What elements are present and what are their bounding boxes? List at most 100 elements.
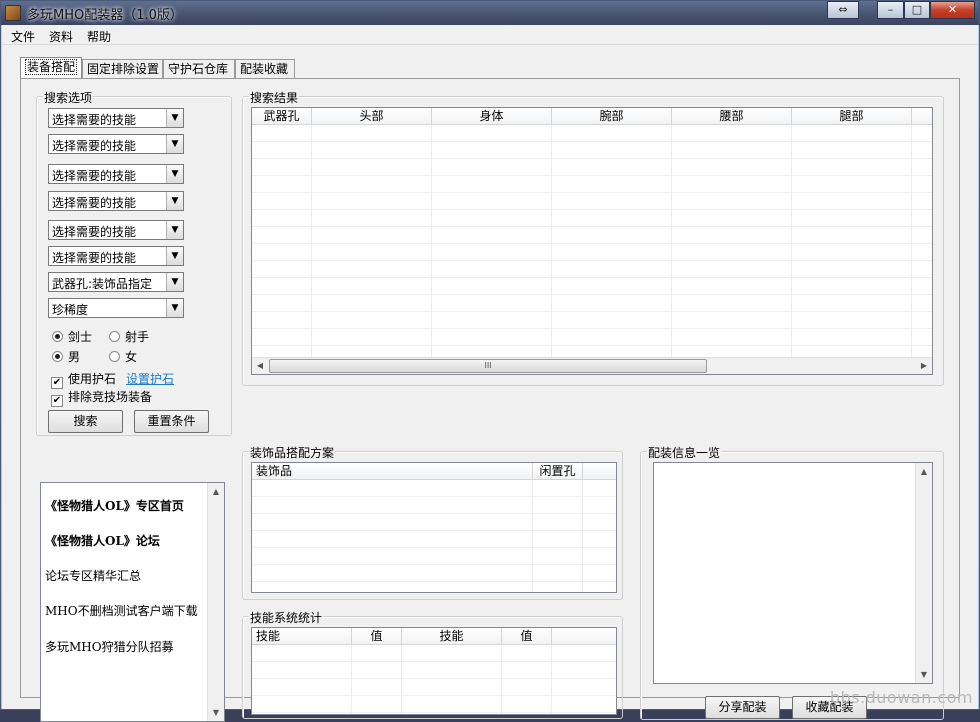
col-waist[interactable]: 腰部 xyxy=(672,108,792,125)
menu-data[interactable]: 资料 xyxy=(49,28,73,45)
maximize-button[interactable]: □ xyxy=(904,1,930,19)
grid-divider xyxy=(532,480,533,592)
rarity-combo[interactable]: 珍稀度 ▼ xyxy=(48,298,184,318)
col-skill-1[interactable]: 技能 xyxy=(252,628,352,645)
chevron-down-icon: ▼ xyxy=(166,109,183,127)
results-hscrollbar[interactable]: ◀ III ▶ xyxy=(252,357,932,374)
restore-button[interactable]: ⇔ xyxy=(827,1,859,19)
skill-combo-5-value: 选择需要的技能 xyxy=(52,225,137,239)
skill-stats-header: 技能 值 技能 值 xyxy=(252,628,616,645)
results-header: 武器孔 头部 身体 腕部 腰部 腿部 xyxy=(252,108,932,125)
search-results-label: 搜索结果 xyxy=(249,89,300,106)
reset-button[interactable]: 重置条件 xyxy=(134,410,209,433)
close-button[interactable]: ✕ xyxy=(930,1,975,19)
skill-combo-5[interactable]: 选择需要的技能 ▼ xyxy=(48,220,184,240)
radio-gunner[interactable]: 射手 xyxy=(109,328,149,345)
weapon-slot-combo[interactable]: 武器孔:装饰品指定 ▼ xyxy=(48,272,184,292)
skill-combo-3-value: 选择需要的技能 xyxy=(52,169,137,183)
skill-combo-1[interactable]: 选择需要的技能 ▼ xyxy=(48,108,184,128)
scroll-down-icon[interactable]: ▼ xyxy=(916,666,932,683)
search-options-label: 搜索选项 xyxy=(43,89,94,106)
search-results-group: 搜索结果 武器孔 头部 身体 腕部 腰部 腿部 ◀ III ▶ xyxy=(242,89,944,386)
window-title: 多玩MHO配装器（1.0版） xyxy=(27,8,183,23)
scroll-right-icon[interactable]: ▶ xyxy=(916,358,932,374)
radio-male[interactable]: 男 xyxy=(52,348,80,365)
loadout-info-text[interactable]: ▲ ▼ xyxy=(653,462,933,684)
tab-equipment-label: 装备搭配 xyxy=(25,59,78,75)
link-team-recruit[interactable]: 多玩MHO狩猎分队招募 xyxy=(45,638,174,655)
link-zone-home[interactable]: 《怪物猎人OL》专区首页 xyxy=(45,497,184,514)
skill-combo-3[interactable]: 选择需要的技能 ▼ xyxy=(48,164,184,184)
link-forum-highlights[interactable]: 论坛专区精华汇总 xyxy=(45,567,141,584)
skill-stats-group: 技能系统统计 技能 值 技能 值 xyxy=(242,609,623,719)
col-legs[interactable]: 腿部 xyxy=(792,108,912,125)
chevron-down-icon: ▼ xyxy=(166,299,183,317)
col-value-2[interactable]: 值 xyxy=(502,628,552,645)
grid-divider xyxy=(551,645,552,714)
scroll-up-icon[interactable]: ▲ xyxy=(208,483,224,500)
app-icon xyxy=(5,5,21,21)
chevron-down-icon: ▼ xyxy=(166,221,183,239)
radio-male-label: 男 xyxy=(68,350,81,364)
col-arm[interactable]: 腕部 xyxy=(552,108,672,125)
main-window: 多玩MHO配装器（1.0版） ⇔ – □ ✕ 文件 资料 帮助 装备搭配 固定排… xyxy=(0,0,980,722)
scroll-down-icon[interactable]: ▼ xyxy=(208,704,224,721)
tab-fixed-exclude[interactable]: 固定排除设置 xyxy=(82,59,163,79)
set-guard-stone-link[interactable]: 设置护石 xyxy=(126,370,174,387)
links-vscrollbar[interactable]: ▲ ▼ xyxy=(207,483,224,721)
link-forum[interactable]: 《怪物猎人OL》论坛 xyxy=(45,532,160,549)
search-options-group: 搜索选项 选择需要的技能 ▼ 选择需要的技能 ▼ 选择需要的技能 ▼ 选择需要的技能 ▼… xyxy=(36,89,232,436)
client-area: 装备搭配 固定排除设置 守护石仓库 配装收藏 搜索选项 选择需要的技能 ▼ 选择需… xyxy=(2,45,978,722)
chevron-down-icon: ▼ xyxy=(166,135,183,153)
col-skill-2[interactable]: 技能 xyxy=(402,628,502,645)
grid-divider xyxy=(351,645,352,714)
chevron-down-icon: ▼ xyxy=(166,165,183,183)
grid-divider xyxy=(311,125,312,357)
tab-favorites[interactable]: 配装收藏 xyxy=(235,59,295,79)
menu-help[interactable]: 帮助 xyxy=(87,28,111,45)
skill-combo-6-value: 选择需要的技能 xyxy=(52,251,137,265)
col-weapon-slot[interactable]: 武器孔 xyxy=(252,108,312,125)
tab-guard-stone[interactable]: 守护石仓库 xyxy=(163,59,235,79)
grid-divider xyxy=(401,645,402,714)
radio-female[interactable]: 女 xyxy=(109,348,137,365)
menu-file[interactable]: 文件 xyxy=(11,28,35,45)
radio-swordsman[interactable]: 剑士 xyxy=(52,328,92,345)
tab-page-equipment: 搜索选项 选择需要的技能 ▼ 选择需要的技能 ▼ 选择需要的技能 ▼ 选择需要的技能 ▼… xyxy=(20,78,960,722)
skill-combo-6[interactable]: 选择需要的技能 ▼ xyxy=(48,246,184,266)
grid-divider xyxy=(911,125,912,357)
radio-dot xyxy=(109,351,120,362)
skill-combo-4-value: 选择需要的技能 xyxy=(52,196,137,210)
link-client-download[interactable]: MHO不删档测试客户端下载 xyxy=(45,602,198,619)
decoration-plan-list[interactable]: 装饰品 闲置孔 xyxy=(251,462,617,593)
tab-equipment[interactable]: 装备搭配 xyxy=(20,57,82,79)
col-free-slot[interactable]: 闲置孔 xyxy=(533,463,583,480)
minimize-button[interactable]: – xyxy=(877,1,904,19)
search-results-list[interactable]: 武器孔 头部 身体 腕部 腰部 腿部 ◀ III ▶ xyxy=(251,107,933,375)
decoration-plan-group: 装饰品搭配方案 装饰品 闲置孔 xyxy=(242,444,623,600)
loadout-info-label: 配装信息一览 xyxy=(647,444,722,461)
col-body[interactable]: 身体 xyxy=(432,108,552,125)
exclude-arena-checkbox[interactable]: ✔ 排除竞技场装备 xyxy=(51,388,152,407)
title-bar[interactable]: 多玩MHO配装器（1.0版） ⇔ – □ ✕ xyxy=(1,1,979,25)
menu-bar: 文件 资料 帮助 xyxy=(2,25,978,45)
scroll-up-icon[interactable]: ▲ xyxy=(916,463,932,480)
skill-combo-1-value: 选择需要的技能 xyxy=(52,113,137,127)
chevron-down-icon: ▼ xyxy=(166,273,183,291)
scroll-thumb[interactable]: III xyxy=(269,359,707,373)
grid-divider xyxy=(671,125,672,357)
col-value-1[interactable]: 值 xyxy=(352,628,402,645)
use-guard-stone-checkbox[interactable]: ✔ 使用护石 xyxy=(51,370,116,389)
grid-divider xyxy=(791,125,792,357)
search-button[interactable]: 搜索 xyxy=(48,410,123,433)
skill-combo-2[interactable]: 选择需要的技能 ▼ xyxy=(48,134,184,154)
decoration-plan-label: 装饰品搭配方案 xyxy=(249,444,336,461)
share-loadout-button[interactable]: 分享配装 xyxy=(705,696,780,719)
col-head[interactable]: 头部 xyxy=(312,108,432,125)
col-decoration[interactable]: 装饰品 xyxy=(252,463,533,480)
grid-divider xyxy=(431,125,432,357)
skill-stats-list[interactable]: 技能 值 技能 值 xyxy=(251,627,617,715)
skill-combo-4[interactable]: 选择需要的技能 ▼ xyxy=(48,191,184,211)
loadout-vscrollbar[interactable]: ▲ ▼ xyxy=(915,463,932,683)
scroll-left-icon[interactable]: ◀ xyxy=(252,358,268,374)
